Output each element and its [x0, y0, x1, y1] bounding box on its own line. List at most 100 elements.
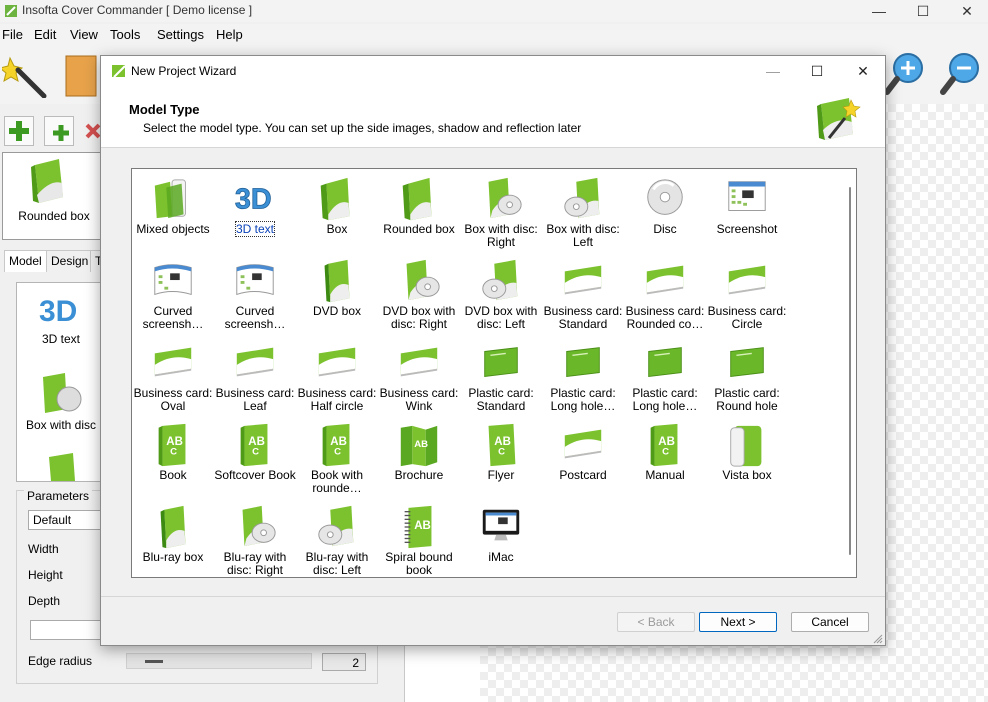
model-type-item[interactable]: Blu-ray with disc: Right — [214, 501, 296, 577]
card-icon — [564, 265, 602, 295]
model-type-item[interactable]: Plastic card: Long hole… — [542, 337, 624, 419]
preset-select[interactable]: Default — [28, 510, 104, 530]
resize-grip-icon[interactable] — [873, 634, 883, 644]
rounded-box-icon — [31, 159, 63, 203]
dialog-close-button[interactable]: ✕ — [843, 60, 883, 82]
vertical-scrollbar[interactable] — [846, 173, 854, 573]
model-type-item[interactable]: AB C Flyer — [460, 419, 542, 501]
model-type-item[interactable]: Box with disc: Right — [460, 173, 542, 255]
model-type-item[interactable]: Plastic card: Round hole — [706, 337, 788, 419]
model-type-item[interactable]: AB C Book with rounde… — [296, 419, 378, 501]
add-object-button[interactable] — [4, 116, 34, 146]
wizard-wand-icon[interactable] — [2, 50, 48, 98]
model-type-item[interactable]: Mixed objects — [132, 173, 214, 255]
cancel-button[interactable]: Cancel — [791, 612, 869, 632]
current-object-thumbnail[interactable]: Rounded box — [2, 152, 106, 240]
svg-text:C: C — [252, 447, 259, 458]
model-type-item[interactable]: Plastic card: Long hole… — [624, 337, 706, 419]
model-type-item[interactable]: Box — [296, 173, 378, 255]
menu-tools[interactable]: Tools — [110, 27, 140, 42]
model-type-item[interactable]: Plastic card: Standard — [460, 337, 542, 419]
model-type-item[interactable]: Vista box — [706, 419, 788, 501]
model-type-label: Business card: Oval — [133, 386, 213, 413]
edge-radius-value[interactable]: 2 — [322, 653, 366, 671]
list-item[interactable] — [17, 451, 103, 481]
model-type-item[interactable]: Postcard — [542, 419, 624, 501]
next-button[interactable]: Next > — [699, 612, 777, 632]
model-type-item[interactable]: AB C Book — [132, 419, 214, 501]
model-type-item[interactable]: Curved screensh… — [132, 255, 214, 337]
slider-thumb[interactable] — [145, 660, 163, 663]
model-type-list[interactable]: Mixed objects 3D 3D text Box Rounded box Box … — [131, 168, 857, 578]
card-icon — [400, 347, 438, 377]
model-type-item[interactable]: Business card: Standard — [542, 255, 624, 337]
wizard-box-icon — [817, 98, 861, 140]
menu-settings[interactable]: Settings — [157, 27, 204, 42]
model-type-item[interactable]: Blu-ray with disc: Left — [296, 501, 378, 577]
dialog-minimize-button[interactable]: — — [753, 60, 793, 82]
model-type-item[interactable]: Box with disc: Left — [542, 173, 624, 255]
model-type-item[interactable]: Curved screensh… — [214, 255, 296, 337]
model-type-label: Business card: Rounded co… — [625, 304, 705, 331]
model-type-item[interactable]: iMac — [460, 501, 542, 577]
model-type-item[interactable]: Business card: Leaf — [214, 337, 296, 419]
model-type-item[interactable]: DVD box with disc: Left — [460, 255, 542, 337]
model-type-item[interactable]: Business card: Circle — [706, 255, 788, 337]
menu-edit[interactable]: Edit — [34, 27, 56, 42]
list-item[interactable]: Box with disc — [17, 371, 103, 432]
model-type-item[interactable]: Business card: Rounded co… — [624, 255, 706, 337]
plastic-icon — [648, 347, 682, 377]
box-disc-icon — [43, 373, 82, 413]
model-type-item[interactable]: AB Spiral bound book — [378, 501, 460, 577]
menu-help[interactable]: Help — [216, 27, 243, 42]
model-type-label: Softcover Book — [214, 468, 296, 482]
model-type-label: Box with disc: Right — [464, 222, 538, 249]
model-type-item[interactable]: AB C Manual — [624, 419, 706, 501]
book-icon: ABC — [650, 423, 678, 467]
zoom-out-icon[interactable] — [940, 50, 984, 96]
back-button[interactable]: < Back — [617, 612, 695, 632]
depth-field[interactable] — [30, 620, 102, 640]
model-list[interactable]: 3D 3D text Box with disc — [16, 282, 104, 482]
menu-view[interactable]: View — [70, 27, 98, 42]
model-type-label: iMac — [488, 550, 514, 564]
model-type-item[interactable]: Business card: Half circle — [296, 337, 378, 419]
vista-icon — [730, 425, 762, 467]
model-type-item[interactable]: Rounded box — [378, 173, 460, 255]
model-type-item[interactable]: Business card: Wink — [378, 337, 460, 419]
model-type-label: Business card: Leaf — [215, 386, 295, 413]
model-type-item[interactable]: Blu-ray box — [132, 501, 214, 577]
card-icon — [728, 265, 766, 295]
model-type-item[interactable]: AB C Softcover Book — [214, 419, 296, 501]
svg-text:AB: AB — [414, 520, 431, 532]
model-type-item[interactable]: Screenshot — [706, 173, 788, 255]
dialog-maximize-button[interactable]: ☐ — [797, 60, 837, 82]
maximize-button[interactable]: ☐ — [900, 0, 946, 22]
model-type-label: Blu-ray with disc: Left — [305, 550, 369, 577]
edge-radius-slider[interactable] — [126, 653, 312, 669]
open-folder-icon[interactable] — [62, 50, 102, 100]
menu-file[interactable]: File — [2, 27, 23, 42]
list-item-label: Box with disc — [25, 418, 97, 432]
box-icon — [49, 453, 75, 481]
model-type-item[interactable]: AB Brochure — [378, 419, 460, 501]
zoom-in-icon[interactable] — [884, 50, 928, 96]
model-type-item[interactable]: 3D 3D text — [214, 173, 296, 255]
width-label: Width — [28, 542, 59, 556]
model-type-item[interactable]: Disc — [624, 173, 706, 255]
model-type-item[interactable]: DVD box with disc: Right — [378, 255, 460, 337]
tab-design[interactable]: Design — [46, 250, 94, 272]
add-child-button[interactable] — [44, 116, 74, 146]
minimize-button[interactable]: — — [856, 0, 902, 22]
model-type-item[interactable]: Business card: Oval — [132, 337, 214, 419]
imac-icon — [482, 509, 520, 541]
brochure-icon: AB — [400, 425, 438, 467]
model-type-label: DVD box with disc: Right — [382, 304, 456, 331]
list-item[interactable]: 3D 3D text — [17, 289, 103, 346]
model-type-item[interactable]: DVD box — [296, 255, 378, 337]
close-button[interactable]: ✕ — [944, 0, 988, 22]
header-subtitle: Select the model type. You can set up th… — [143, 121, 582, 135]
model-type-label: DVD box — [312, 304, 362, 318]
screenshot-icon — [728, 181, 766, 211]
tab-model[interactable]: Model — [4, 250, 47, 272]
